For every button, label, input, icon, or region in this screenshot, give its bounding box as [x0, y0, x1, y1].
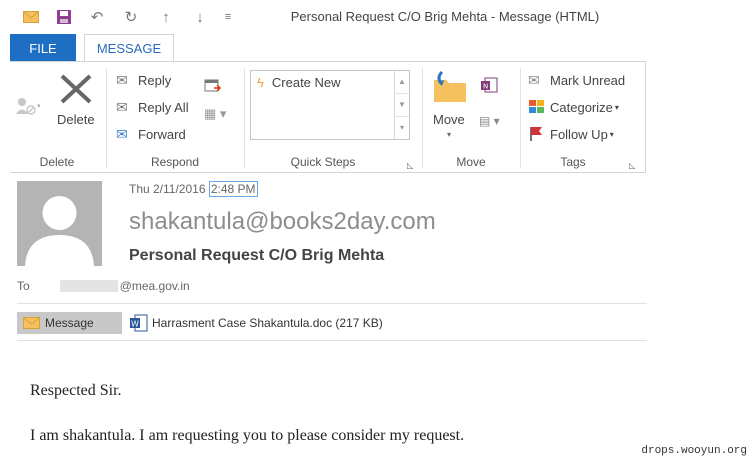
svg-text:▾: ▾ — [37, 103, 41, 110]
avatar — [17, 181, 102, 266]
respond-group-label: Respond — [150, 155, 200, 169]
divider — [17, 303, 647, 304]
person-icon — [25, 196, 94, 266]
body-line: I am shakantula. I am requesting you to … — [30, 427, 465, 444]
attachment-file[interactable]: W Harrasment Case Shakantula.doc (217 KB… — [130, 314, 383, 332]
quick-steps-gallery[interactable]: ϟ Create New ▲ ▼ ▾ — [250, 70, 410, 140]
down-arrow-icon[interactable]: ↓ — [189, 6, 211, 28]
attachment-filename: Harrasment Case Shakantula.doc (217 KB) — [152, 316, 383, 330]
reply-all-label: Reply All — [138, 100, 189, 115]
mark-unread-label: Mark Unread — [550, 73, 626, 88]
categorize-icon — [529, 100, 544, 113]
divider — [17, 340, 647, 341]
forward-button[interactable]: ✉ Forward — [116, 126, 186, 143]
reply-icon: ✉ — [116, 72, 128, 88]
ignore-button[interactable]: ▾ — [16, 96, 42, 118]
group-divider — [422, 68, 423, 168]
chevron-down-icon: ▾ — [614, 102, 619, 112]
undo-icon[interactable]: ↶ — [86, 6, 108, 28]
redacted-recipient — [59, 280, 118, 292]
recipient-address[interactable]: @mea.gov.in — [120, 279, 190, 293]
time-text: 2:48 PM — [208, 181, 258, 197]
categorize-button[interactable]: Categorize ▾ — [528, 99, 619, 115]
message-subject: Personal Request C/O Brig Mehta — [129, 247, 385, 264]
categorize-label: Categorize — [550, 99, 613, 115]
message-tab-label: Message — [45, 316, 94, 330]
move-group-label: Move — [456, 155, 486, 169]
move-dropdown-icon[interactable]: ▾ — [447, 130, 451, 139]
quick-steps-scroll[interactable]: ▲ ▼ ▾ — [394, 71, 409, 139]
ribbon: ▾ Delete Delete ✉ Reply ✉ Reply All ✉ Fo… — [10, 61, 646, 173]
reply-label: Reply — [138, 73, 172, 88]
onenote-icon[interactable]: N — [481, 76, 499, 94]
meeting-reply-icon[interactable] — [204, 78, 222, 94]
save-icon[interactable] — [53, 6, 75, 28]
actions-dropdown-icon[interactable]: ▤ ▾ — [479, 114, 500, 128]
word-doc-icon: W — [130, 314, 148, 332]
message-attachment-tab[interactable]: Message — [17, 312, 122, 334]
move-folder-icon[interactable] — [432, 70, 468, 104]
expand-gallery-icon[interactable]: ▾ — [395, 117, 409, 139]
envelope-icon: ✉ — [528, 72, 540, 88]
flag-icon — [530, 127, 542, 141]
title-bar: ↶ ↻ ↑ ↓ ≡ Personal Request C/O Brig Meht… — [0, 0, 753, 34]
to-row: To @mea.gov.in — [17, 279, 190, 293]
tab-file[interactable]: FILE — [10, 34, 76, 62]
up-arrow-icon[interactable]: ↑ — [155, 6, 177, 28]
reply-all-icon: ✉ — [116, 99, 128, 115]
window-title: Personal Request C/O Brig Mehta - Messag… — [290, 9, 600, 24]
create-new-quick-step[interactable]: ϟ Create New — [257, 75, 341, 90]
sent-date: Thu 2/11/2016 2:48 PM — [129, 181, 258, 197]
svg-text:N: N — [483, 83, 488, 91]
tags-group-label: Tags — [560, 155, 586, 169]
scroll-up-icon[interactable]: ▲ — [395, 71, 409, 94]
forward-label: Forward — [138, 127, 186, 142]
delete-x-icon[interactable] — [56, 72, 96, 106]
chevron-down-icon: ▾ — [609, 129, 614, 139]
date-text: Thu 2/11/2016 — [129, 182, 206, 196]
envelope-icon[interactable] — [20, 6, 42, 28]
delete-group-label: Delete — [39, 155, 75, 169]
group-divider — [244, 68, 245, 168]
reply-all-button[interactable]: ✉ Reply All — [116, 99, 189, 116]
mark-unread-button[interactable]: ✉ Mark Unread — [528, 72, 625, 89]
redo-icon[interactable]: ↻ — [120, 6, 142, 28]
body-line: Respected Sir. — [30, 382, 122, 399]
follow-up-button[interactable]: Follow Up ▾ — [528, 126, 614, 142]
sender-address[interactable]: shakantula@books2day.com — [129, 208, 436, 236]
svg-text:W: W — [131, 320, 139, 329]
tab-message[interactable]: MESSAGE — [84, 34, 174, 62]
create-new-label: Create New — [271, 75, 341, 90]
group-divider — [106, 68, 107, 168]
watermark: drops.wooyun.org — [641, 445, 747, 457]
scroll-down-icon[interactable]: ▼ — [395, 94, 409, 117]
dialog-launcher-icon[interactable]: ◺ — [407, 161, 413, 170]
follow-up-label: Follow Up — [550, 126, 608, 142]
more-respond-icon[interactable]: ▦ ▾ — [204, 106, 226, 122]
quick-steps-group-label: Quick Steps — [290, 155, 356, 169]
move-button[interactable]: Move — [433, 112, 465, 127]
dialog-launcher-icon[interactable]: ◺ — [629, 161, 635, 170]
envelope-icon — [23, 317, 40, 329]
reply-button[interactable]: ✉ Reply — [116, 72, 171, 89]
forward-icon: ✉ — [116, 126, 128, 142]
lightning-icon: ϟ — [257, 75, 264, 90]
ribbon-tabs: FILE MESSAGE — [0, 34, 753, 62]
ignore-icon: ▾ — [16, 98, 41, 115]
to-label: To — [17, 279, 30, 293]
group-divider — [520, 68, 521, 168]
delete-button[interactable]: Delete — [57, 112, 95, 127]
